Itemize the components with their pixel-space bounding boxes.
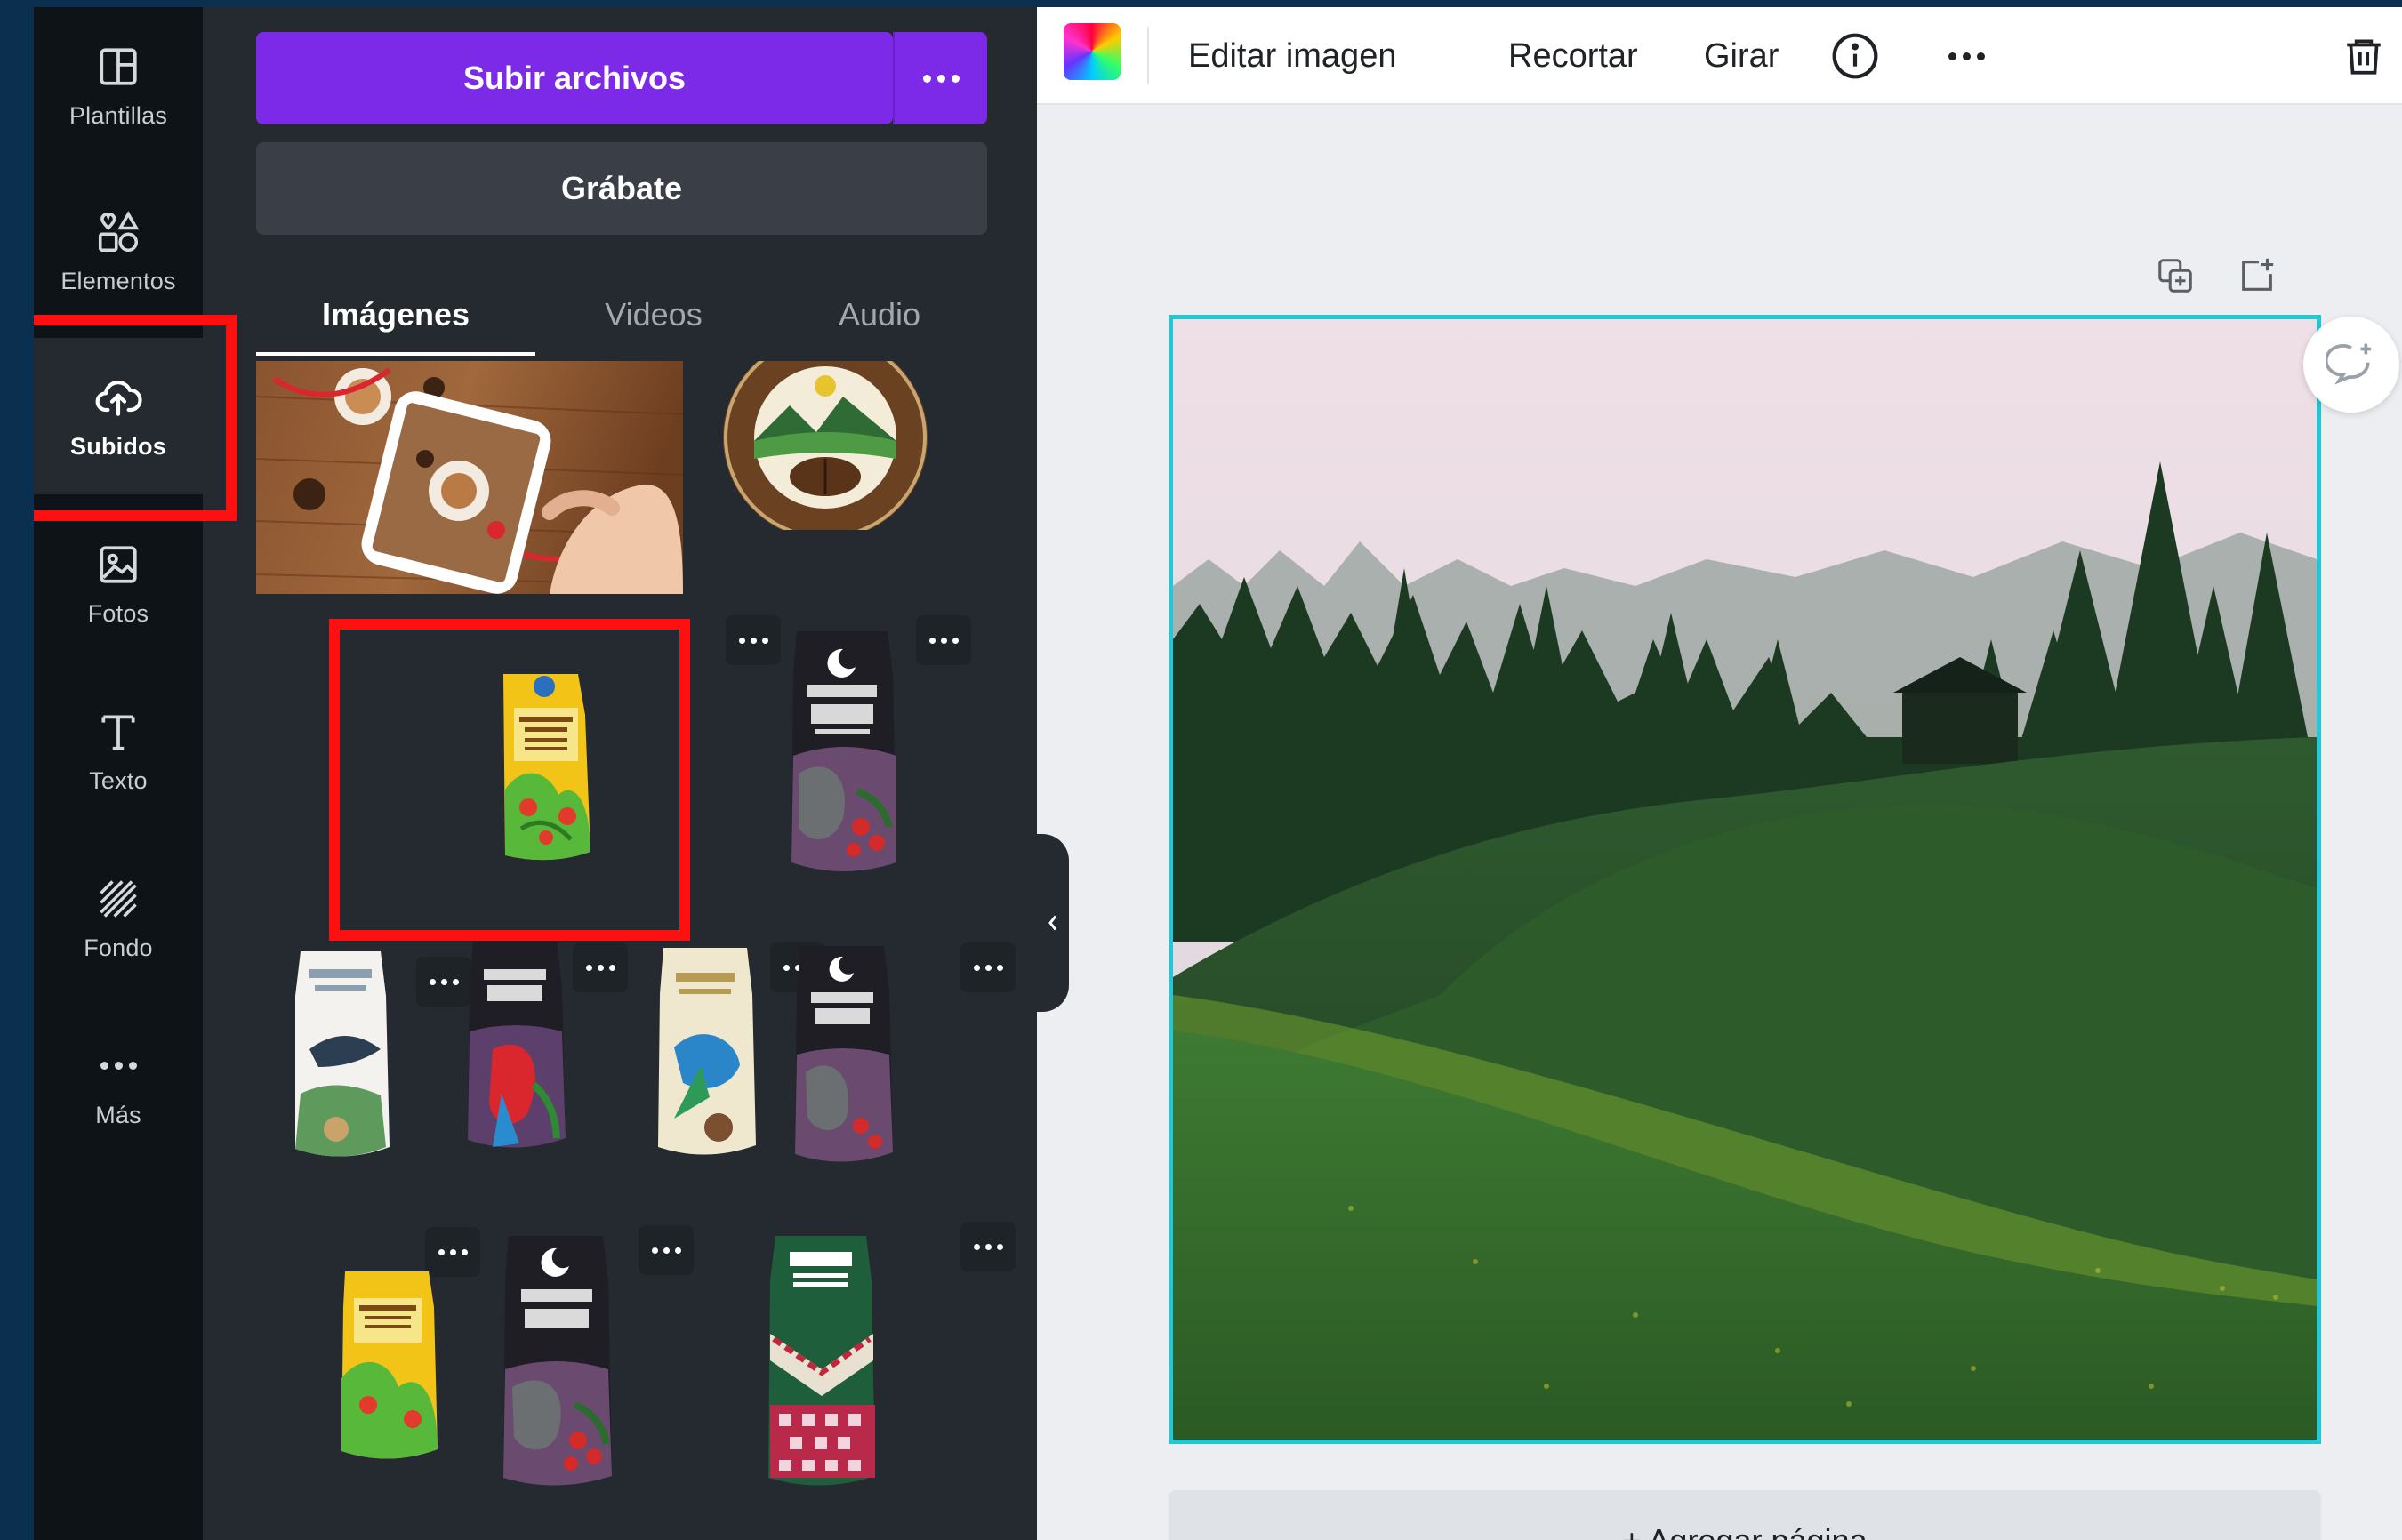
add-page-button[interactable]: + Agregar página <box>1169 1490 2321 1540</box>
crop-button[interactable]: Recortar <box>1508 7 1638 105</box>
delete-button[interactable] <box>2337 7 2390 105</box>
record-yourself-button[interactable]: Grábate <box>256 142 987 235</box>
trash-icon <box>2347 39 2381 75</box>
uploads-panel: Subir archivos Grábate Imágenes Videos A… <box>203 7 1037 1540</box>
uploaded-image-parrot-bag[interactable] <box>457 934 573 1156</box>
duplicate-page-button[interactable] <box>2150 249 2200 302</box>
cloud-upload-icon <box>93 373 143 422</box>
more-icon <box>429 978 459 985</box>
uploaded-image-dark-bag-3[interactable] <box>489 1227 623 1494</box>
media-tabs: Imágenes Videos Audio <box>256 274 987 356</box>
chevron-left-icon <box>1048 915 1057 931</box>
uploaded-image-green-bag[interactable] <box>754 1227 888 1494</box>
shapes-icon <box>93 207 143 257</box>
more-icon <box>738 637 768 644</box>
upload-files-button[interactable]: Subir archivos <box>256 32 893 124</box>
editor-toolbar: Editar imagen Recortar Girar <box>1037 7 2402 105</box>
more-icon <box>93 1041 143 1091</box>
design-page-image[interactable] <box>1169 315 2321 1444</box>
info-icon <box>1832 33 1878 79</box>
background-pattern-icon <box>93 874 143 924</box>
uploaded-image-hummingbird-bag[interactable] <box>647 941 763 1163</box>
more-icon <box>1948 52 1985 60</box>
uploaded-image-yellow-bag-2[interactable] <box>327 1263 452 1467</box>
add-comment-button[interactable] <box>2303 317 2399 413</box>
more-icon <box>438 1248 468 1255</box>
sidebar-item-label: Plantillas <box>68 101 168 129</box>
tab-imagenes[interactable]: Imágenes <box>256 274 535 356</box>
more-icon <box>585 964 615 971</box>
editor-window: Plantillas Elementos Subidos Fotos Texto <box>34 7 2402 1540</box>
more-icon <box>928 637 959 644</box>
more-icon <box>973 964 1003 971</box>
sidebar-item-label: Subidos <box>70 432 166 460</box>
sidebar-item-label: Más <box>95 1101 141 1128</box>
add-page-icon-button[interactable] <box>2232 249 2282 302</box>
sidebar-item-plantillas[interactable]: Plantillas <box>34 7 203 164</box>
info-button[interactable] <box>1824 7 1886 105</box>
uploaded-image-yellow-coffee-bag[interactable] <box>372 638 692 875</box>
tab-videos[interactable]: Videos <box>535 274 772 356</box>
uploaded-image-phone-photo[interactable] <box>256 361 683 594</box>
more-icon <box>973 1243 1003 1250</box>
uploaded-image-white-bag-bird[interactable] <box>283 942 398 1165</box>
edit-image-button[interactable]: Editar imagen <box>1188 7 1396 105</box>
image-options-button[interactable] <box>960 1222 1016 1271</box>
uploaded-image-dark-coffee-bag[interactable] <box>772 622 914 880</box>
sidebar-item-label: Elementos <box>60 267 176 294</box>
toolbar-divider <box>1147 27 1149 84</box>
text-icon <box>93 707 143 757</box>
rotate-button[interactable]: Girar <box>1704 7 1779 105</box>
more-icon <box>651 1247 681 1254</box>
sidebar-item-label: Texto <box>89 766 148 794</box>
upload-options-button[interactable] <box>893 32 987 124</box>
forest-landscape-image <box>1173 319 2317 1440</box>
sidebar-item-elementos[interactable]: Elementos <box>34 172 203 329</box>
duplicate-icon <box>2158 259 2192 293</box>
collapse-panel-handle[interactable] <box>1037 834 1069 1012</box>
sidebar-item-fotos[interactable]: Fotos <box>34 505 203 662</box>
more-options-button[interactable] <box>1935 7 1997 105</box>
sidebar-item-subidos[interactable]: Subidos <box>34 338 203 494</box>
left-rail: Plantillas Elementos Subidos Fotos Texto <box>34 7 203 1540</box>
uploads-grid <box>256 356 1021 1540</box>
tab-audio[interactable]: Audio <box>772 274 987 356</box>
sidebar-item-texto[interactable]: Texto <box>34 672 203 829</box>
comment-add-icon <box>2326 343 2372 385</box>
color-picker-button[interactable] <box>1064 23 1121 80</box>
sidebar-item-label: Fondo <box>84 934 153 961</box>
image-options-button[interactable] <box>639 1225 694 1275</box>
sidebar-item-fondo[interactable]: Fondo <box>34 839 203 996</box>
image-options-button[interactable] <box>573 942 628 992</box>
uploaded-image-dark-bag-2[interactable] <box>784 939 900 1170</box>
sidebar-item-label: Fotos <box>87 599 149 627</box>
add-page-icon <box>2242 258 2274 291</box>
uploaded-image-round-logo[interactable] <box>719 361 932 530</box>
layout-icon <box>93 42 143 92</box>
image-options-button[interactable] <box>916 615 971 665</box>
more-icon <box>922 74 960 83</box>
image-options-button[interactable] <box>960 942 1016 992</box>
image-icon <box>93 540 143 590</box>
sidebar-item-mas[interactable]: Más <box>34 1007 203 1163</box>
